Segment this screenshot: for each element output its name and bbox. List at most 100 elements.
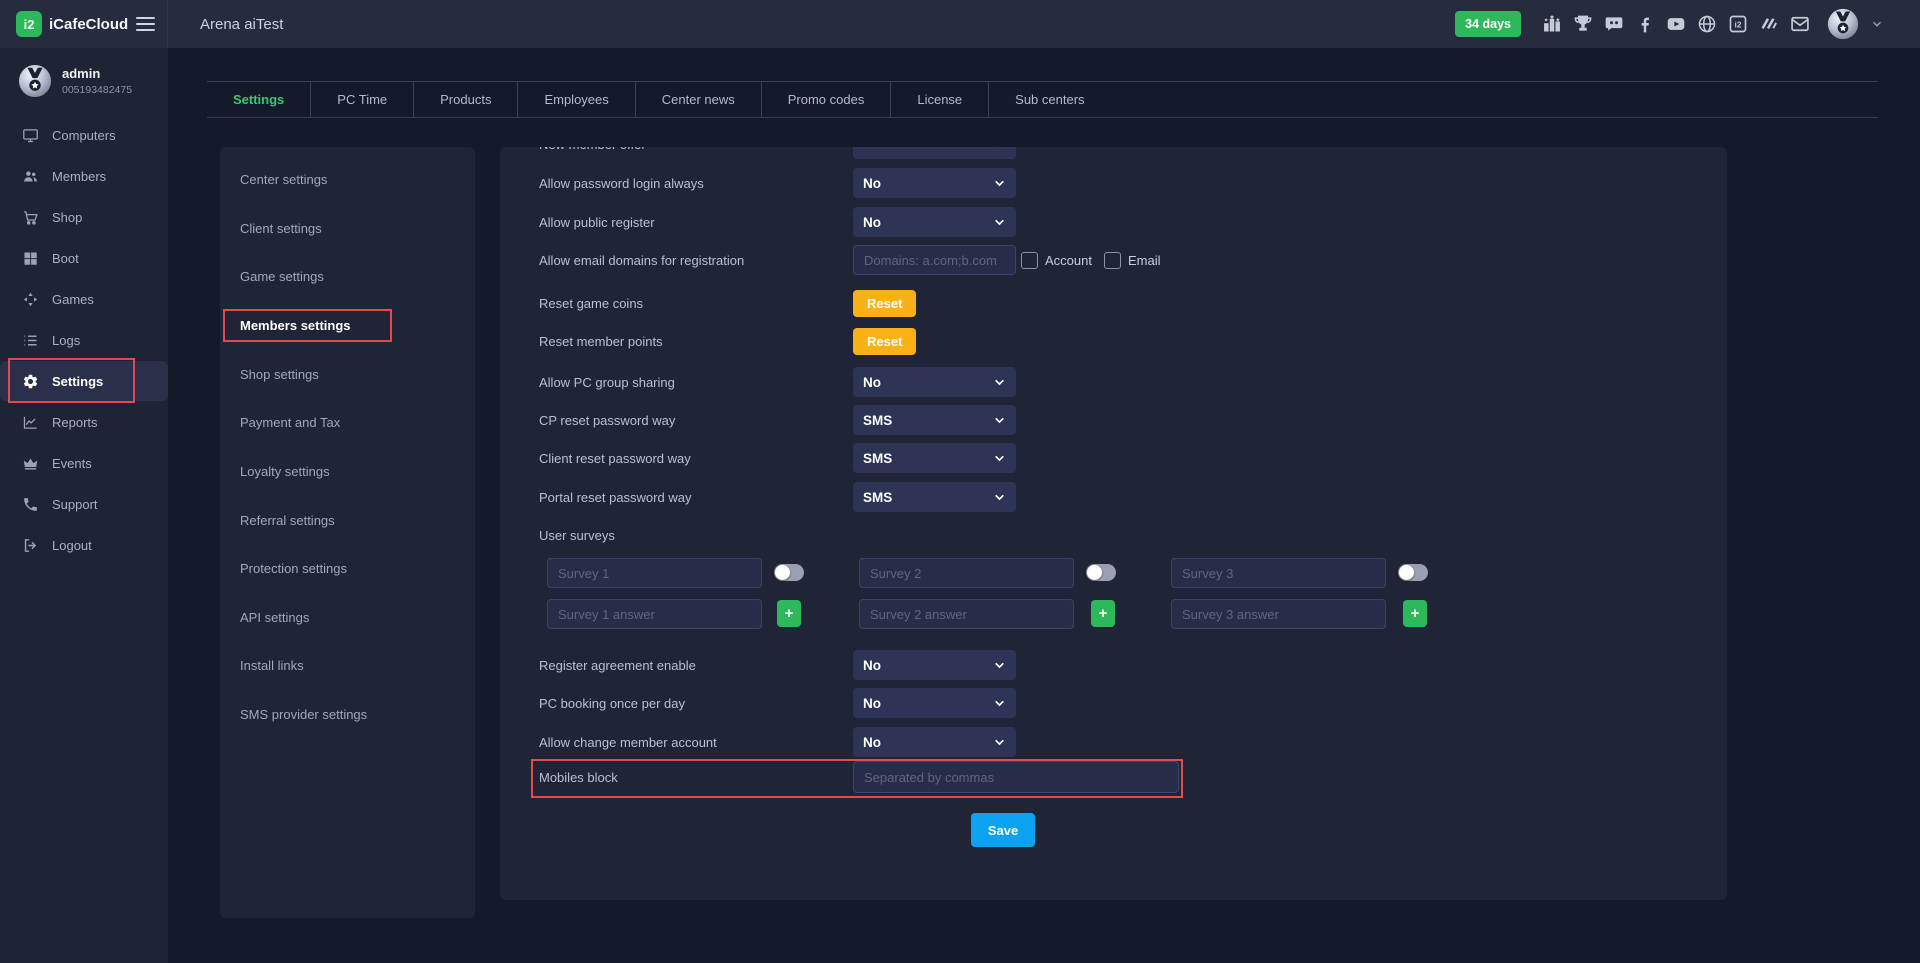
survey-2-add-button[interactable]: +	[1091, 600, 1115, 627]
podium-icon[interactable]	[1542, 14, 1562, 34]
settings-nav-payment[interactable]: Payment and Tax	[240, 415, 340, 432]
avatar[interactable]	[1827, 8, 1859, 40]
settings-nav-center[interactable]: Center settings	[240, 172, 327, 189]
tab-pc-time[interactable]: PC Time	[310, 82, 413, 117]
settings-nav-api[interactable]: API settings	[240, 610, 309, 627]
chevron-down-icon	[993, 177, 1006, 190]
user-name: admin	[62, 66, 132, 81]
pc-group-sharing-select[interactable]: No	[853, 367, 1016, 397]
logo-text: iCafeCloud	[49, 16, 128, 33]
sidebar-item-reports[interactable]: Reports	[0, 402, 168, 442]
list-icon	[22, 332, 39, 349]
survey-1-toggle[interactable]	[774, 564, 804, 581]
settings-nav-shop[interactable]: Shop settings	[240, 367, 319, 384]
row-mobiles-block: Mobiles block	[539, 761, 1179, 793]
settings-nav-protection[interactable]: Protection settings	[240, 561, 347, 578]
tab-settings[interactable]: Settings	[207, 82, 310, 117]
new-member-offer-select[interactable]	[853, 147, 1016, 159]
row-cp-reset-password: CP reset password way SMS	[539, 405, 1016, 435]
settings-nav-loyalty[interactable]: Loyalty settings	[240, 464, 330, 481]
settings-nav-game[interactable]: Game settings	[240, 269, 324, 286]
row-reset-game-coins: Reset game coins Reset	[539, 288, 916, 318]
row-user-surveys: User surveys	[539, 520, 853, 550]
sidebar: admin 005193482475 Computers Members Sho…	[0, 48, 168, 963]
license-days-badge[interactable]: 34 days	[1455, 11, 1521, 37]
hamburger-menu-icon[interactable]	[136, 17, 155, 31]
client-reset-password-select[interactable]: SMS	[853, 443, 1016, 473]
logo[interactable]: i2 iCafeCloud	[0, 0, 168, 48]
reset-game-coins-button[interactable]: Reset	[853, 290, 916, 317]
gamepad-icon	[22, 291, 39, 308]
settings-nav-referral[interactable]: Referral settings	[240, 513, 335, 530]
chevron-down-icon	[993, 659, 1006, 672]
survey-3-add-button[interactable]: +	[1403, 600, 1427, 627]
tab-promo-codes[interactable]: Promo codes	[761, 82, 891, 117]
survey-3-answer-input[interactable]	[1171, 599, 1386, 629]
email-checkbox[interactable]	[1104, 252, 1121, 269]
globe-icon[interactable]	[1697, 14, 1717, 34]
cp-reset-password-select[interactable]: SMS	[853, 405, 1016, 435]
survey-1-input[interactable]	[547, 558, 762, 588]
sidebar-item-members[interactable]: Members	[0, 156, 168, 196]
phone-icon	[22, 496, 39, 513]
chevron-down-icon	[993, 736, 1006, 749]
settings-nav-client[interactable]: Client settings	[240, 221, 322, 238]
topbar-actions: 34 days i2	[1455, 8, 1920, 40]
survey-2-toggle[interactable]	[1086, 564, 1116, 581]
email-domains-input[interactable]	[853, 245, 1016, 275]
people-icon	[22, 168, 39, 185]
reset-member-points-button[interactable]: Reset	[853, 328, 916, 355]
gear-icon	[22, 373, 39, 390]
sidebar-item-settings[interactable]: Settings	[0, 361, 168, 401]
sidebar-item-computers[interactable]: Computers	[0, 115, 168, 155]
facebook-icon[interactable]	[1635, 14, 1655, 34]
tab-center-news[interactable]: Center news	[635, 82, 761, 117]
register-agreement-select[interactable]: No	[853, 650, 1016, 680]
survey-1-add-button[interactable]: +	[777, 600, 801, 627]
survey-2-answer-input[interactable]	[859, 599, 1074, 629]
pc-booking-select[interactable]: No	[853, 688, 1016, 718]
collection-icon[interactable]	[1759, 14, 1779, 34]
chevron-down-icon[interactable]	[1870, 17, 1884, 31]
trophy-icon[interactable]	[1573, 14, 1593, 34]
mail-icon[interactable]	[1790, 14, 1810, 34]
sidebar-item-logs[interactable]: Logs	[0, 320, 168, 360]
chevron-down-icon	[993, 452, 1006, 465]
row-portal-reset-password: Portal reset password way SMS	[539, 482, 1016, 512]
tab-sub-centers[interactable]: Sub centers	[988, 82, 1110, 117]
tab-license[interactable]: License	[890, 82, 988, 117]
save-button[interactable]: Save	[971, 813, 1035, 847]
survey-2-input[interactable]	[859, 558, 1074, 588]
survey-3-input[interactable]	[1171, 558, 1386, 588]
portal-reset-password-select[interactable]: SMS	[853, 482, 1016, 512]
settings-nav-install[interactable]: Install links	[240, 658, 304, 675]
survey-1-answer-input[interactable]	[547, 599, 762, 629]
public-register-select[interactable]: No	[853, 207, 1016, 237]
change-member-account-select[interactable]: No	[853, 727, 1016, 757]
password-login-select[interactable]: No	[853, 168, 1016, 198]
survey-3-toggle[interactable]	[1398, 564, 1428, 581]
account-checkbox[interactable]	[1021, 252, 1038, 269]
sidebar-user[interactable]: admin 005193482475	[0, 48, 168, 98]
icafecloud-icon[interactable]: i2	[1728, 14, 1748, 34]
row-public-register: Allow public register No	[539, 207, 1016, 237]
row-password-login: Allow password login always No	[539, 168, 1016, 198]
settings-nav-sms[interactable]: SMS provider settings	[240, 707, 367, 724]
youtube-icon[interactable]	[1666, 14, 1686, 34]
discord-icon[interactable]	[1604, 14, 1624, 34]
settings-nav-members[interactable]: Members settings	[240, 318, 351, 335]
sidebar-item-logout[interactable]: Logout	[0, 525, 168, 565]
row-reset-member-points: Reset member points Reset	[539, 326, 916, 356]
tab-employees[interactable]: Employees	[517, 82, 634, 117]
sidebar-item-boot[interactable]: Boot	[0, 238, 168, 278]
chart-icon	[22, 414, 39, 431]
sidebar-item-shop[interactable]: Shop	[0, 197, 168, 237]
sidebar-item-games[interactable]: Games	[0, 279, 168, 319]
tab-products[interactable]: Products	[413, 82, 517, 117]
mobiles-block-input[interactable]	[853, 761, 1179, 793]
sidebar-item-events[interactable]: Events	[0, 443, 168, 483]
row-client-reset-password: Client reset password way SMS	[539, 443, 1016, 473]
email-checkbox-group: Email	[1104, 252, 1161, 269]
sidebar-item-support[interactable]: Support	[0, 484, 168, 524]
chevron-down-icon	[993, 414, 1006, 427]
